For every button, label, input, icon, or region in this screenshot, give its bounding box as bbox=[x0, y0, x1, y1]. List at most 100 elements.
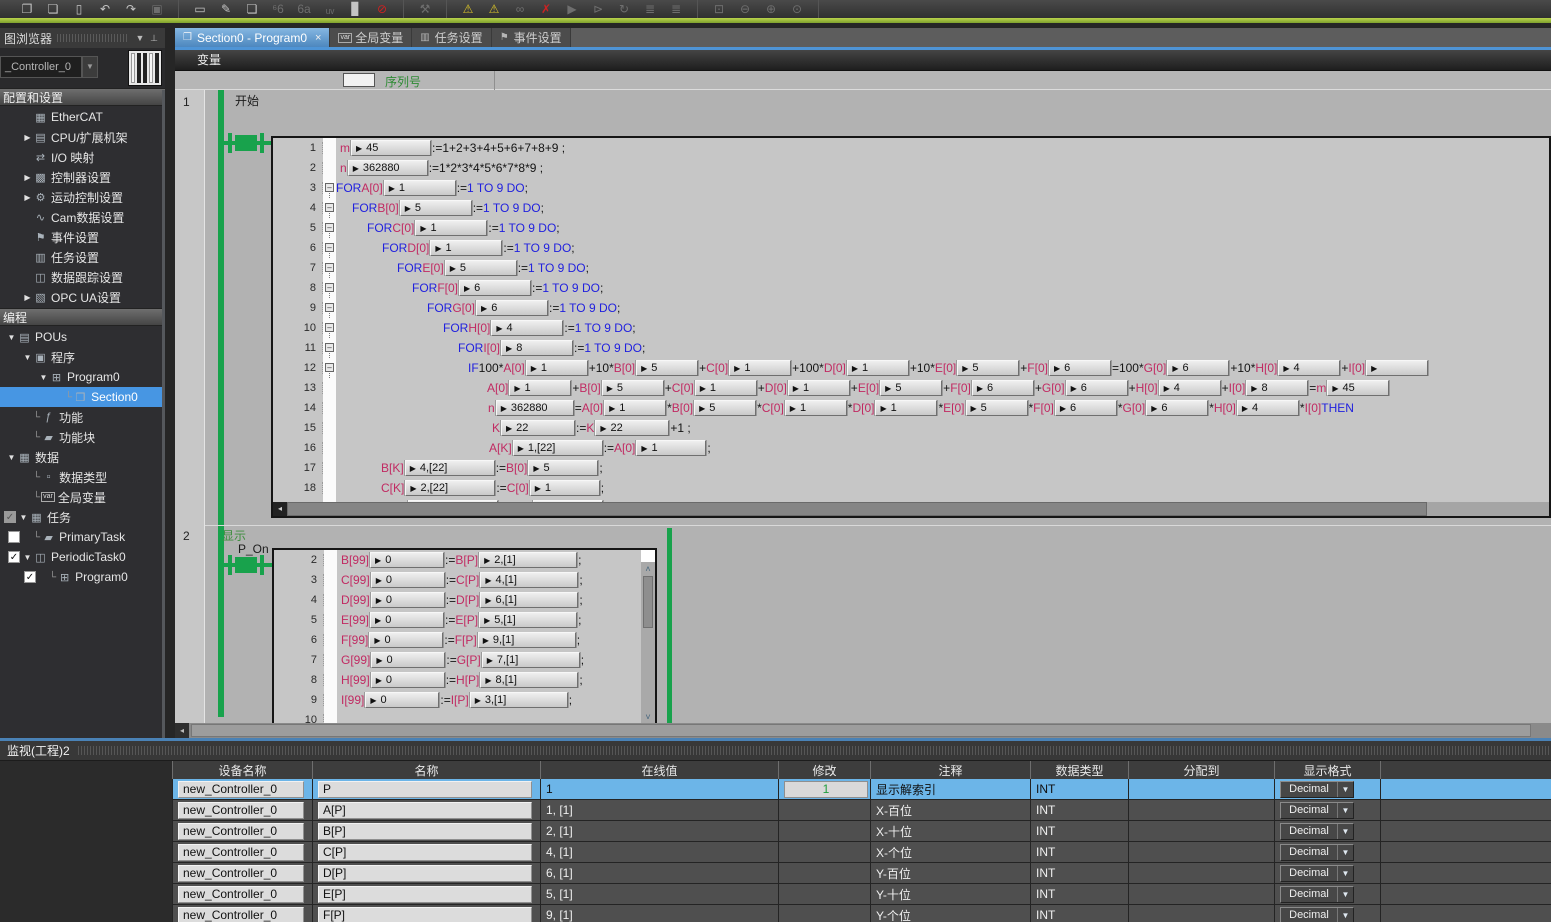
online-value-box[interactable]: ▶6 bbox=[1055, 400, 1117, 416]
variable-name-field[interactable]: E[P] bbox=[318, 886, 532, 903]
online-value-box[interactable]: ▶0 bbox=[365, 692, 439, 708]
variables-bar[interactable]: 变量 bbox=[175, 50, 1551, 71]
online-value-box[interactable]: ▶ bbox=[1366, 360, 1428, 376]
checkbox-tasks[interactable]: ✓ bbox=[4, 511, 16, 523]
tab-task-settings-tab[interactable]: ▥任务设置 bbox=[412, 28, 491, 47]
online-value-box[interactable]: ▶45 bbox=[351, 140, 431, 156]
st-box2-vscrollbar[interactable]: ˄˅ bbox=[641, 550, 655, 723]
online-value-box[interactable]: ▶2,[1] bbox=[479, 552, 577, 568]
sidebar-item-function-blocks[interactable]: └▰功能块 bbox=[0, 427, 165, 447]
online-value-box[interactable]: ▶4,[22] bbox=[405, 460, 495, 476]
step-icon[interactable]: ⊳ bbox=[585, 1, 611, 17]
chevron-expanded-icon[interactable]: ▼ bbox=[38, 373, 49, 382]
online-value-box[interactable]: ▶1 bbox=[430, 240, 502, 256]
online-value-box[interactable]: ▶0 bbox=[371, 592, 445, 608]
chevron-expanded-icon[interactable]: ▼ bbox=[22, 553, 33, 562]
online-value-box[interactable]: ▶0 bbox=[371, 652, 445, 668]
watch-row[interactable]: new_Controller_0E[P]5, [1]Y-十位INTDecimal… bbox=[172, 884, 1551, 905]
dropdown-arrow-icon[interactable]: ▼ bbox=[1337, 887, 1353, 902]
dropdown-arrow-icon[interactable]: ▼ bbox=[1337, 782, 1353, 797]
online-value-box[interactable]: ▶2,[22] bbox=[405, 480, 495, 496]
dropdown-arrow-icon[interactable]: ▼ bbox=[1337, 824, 1353, 839]
sidebar-item-task-settings[interactable]: ▥任务设置 bbox=[0, 247, 165, 267]
sidebar-item-pous[interactable]: ▼▤POUs bbox=[0, 327, 165, 347]
online-value-box[interactable]: ▶0 bbox=[370, 552, 444, 568]
online-value-box[interactable]: ▶0 bbox=[371, 572, 445, 588]
watch-row[interactable]: new_Controller_0F[P]9, [1]Y-个位INTDecimal… bbox=[172, 905, 1551, 922]
online-value-box[interactable]: ▶4,[1] bbox=[480, 572, 578, 588]
watch-row[interactable]: new_Controller_0P11显示解索引INTDecimal▼ bbox=[172, 779, 1551, 800]
online-value-box[interactable]: ▶6 bbox=[459, 280, 531, 296]
dropdown-arrow-icon[interactable]: ▼ bbox=[1337, 845, 1353, 860]
sidebar-item-cpu-rack[interactable]: ▶▤CPU/扩展机架 bbox=[0, 127, 165, 147]
chevron-expanded-icon[interactable]: ▼ bbox=[22, 353, 33, 362]
online-value-box[interactable]: ▶5 bbox=[445, 260, 517, 276]
wrench-icon[interactable]: ⚒ bbox=[412, 1, 438, 17]
dropdown-arrow-icon[interactable]: ▼ bbox=[1337, 908, 1353, 922]
online-value-box[interactable]: ▶0 bbox=[370, 612, 444, 628]
device-name-field[interactable]: new_Controller_0 bbox=[178, 865, 304, 882]
online-value-box[interactable]: ▶5 bbox=[636, 360, 698, 376]
online-value-box[interactable]: ▶22 bbox=[595, 420, 669, 436]
display-format-select[interactable]: Decimal▼ bbox=[1280, 865, 1354, 882]
sidebar-item-tasks[interactable]: ✓▼▦任务 bbox=[0, 507, 165, 527]
online-value-box[interactable]: ▶6 bbox=[1066, 380, 1128, 396]
online-value-box[interactable]: ▶8,[1] bbox=[480, 672, 578, 688]
sidebar-section-header[interactable]: 配置和设置 bbox=[0, 88, 165, 106]
online-value-box[interactable]: ▶5 bbox=[966, 400, 1028, 416]
controller-select-arrow-icon[interactable]: ▼ bbox=[82, 56, 98, 78]
help-icon[interactable]: ▣ bbox=[144, 1, 170, 17]
online-value-box[interactable]: ▶4 bbox=[1278, 360, 1340, 376]
online-value-box[interactable]: ▶1 bbox=[604, 400, 666, 416]
zoom-in-icon[interactable]: ⊕ bbox=[758, 1, 784, 17]
watch-pair-icon[interactable]: ❏ bbox=[239, 1, 265, 17]
redo-icon[interactable]: ↷ bbox=[118, 1, 144, 17]
rebuild-icon[interactable]: ⚠ bbox=[481, 1, 507, 17]
checkbox-primary-task[interactable] bbox=[8, 531, 20, 543]
device-name-field[interactable]: new_Controller_0 bbox=[178, 907, 304, 922]
display-format-select[interactable]: Decimal▼ bbox=[1280, 802, 1354, 819]
online-value-box[interactable]: ▶1,[22] bbox=[513, 440, 603, 456]
fold-collapse-icon[interactable]: – bbox=[325, 303, 334, 312]
watch-row[interactable]: new_Controller_0B[P]2, [1]X-十位INTDecimal… bbox=[172, 821, 1551, 842]
sidebar-item-event-settings[interactable]: ⚑事件设置 bbox=[0, 227, 165, 247]
pause-a-icon[interactable]: ≣ bbox=[637, 1, 663, 17]
zoom-fit-icon[interactable]: ⊡ bbox=[706, 1, 732, 17]
watch-row[interactable]: new_Controller_0D[P]6, [1]Y-百位INTDecimal… bbox=[172, 863, 1551, 884]
sidebar-item-global-vars[interactable]: └var全局变量 bbox=[0, 487, 165, 507]
build-icon[interactable]: ⚠ bbox=[455, 1, 481, 17]
sidebar-item-controller-setup[interactable]: ▶▩控制器设置 bbox=[0, 167, 165, 187]
chevron-collapsed-icon[interactable]: ▶ bbox=[22, 193, 33, 202]
edit-tools-icon[interactable]: ✎ bbox=[213, 1, 239, 17]
watch-col-header[interactable]: 修改 bbox=[778, 761, 870, 779]
sidebar-item-section[interactable]: └❒Section0 bbox=[0, 387, 165, 407]
online-value-box[interactable]: ▶5 bbox=[694, 400, 756, 416]
online-value-box[interactable]: ▶1 bbox=[875, 400, 937, 416]
watch-col-header[interactable]: 名称 bbox=[312, 761, 540, 779]
online-value-box[interactable]: ▶6 bbox=[972, 380, 1034, 396]
zoom-reset-icon[interactable]: ⊙ bbox=[784, 1, 810, 17]
display-signal-icon[interactable]: ᵤᵥ bbox=[317, 1, 343, 17]
sidebar-item-data[interactable]: ▼▦数据 bbox=[0, 447, 165, 467]
watch-col-header[interactable]: 数据类型 bbox=[1030, 761, 1128, 779]
check-icon[interactable]: ∞ bbox=[507, 1, 533, 17]
tab-global-vars-tab[interactable]: var全局变量 bbox=[330, 28, 412, 47]
variable-name-field[interactable]: A[P] bbox=[318, 802, 532, 819]
device-name-field[interactable]: new_Controller_0 bbox=[178, 844, 304, 861]
online-value-box[interactable]: ▶8 bbox=[1246, 380, 1308, 396]
display-format-select[interactable]: Decimal▼ bbox=[1280, 844, 1354, 861]
watch-col-header[interactable]: 分配到 bbox=[1128, 761, 1274, 779]
online-value-box[interactable]: ▶5 bbox=[602, 380, 664, 396]
fold-collapse-icon[interactable]: – bbox=[325, 323, 334, 332]
online-value-box[interactable]: ▶45 bbox=[1327, 380, 1389, 396]
online-value-box[interactable]: ▶5 bbox=[957, 360, 1019, 376]
online-value-box[interactable]: ▶0 bbox=[371, 672, 445, 688]
online-value-box[interactable]: ▶1 bbox=[695, 380, 757, 396]
chevron-collapsed-icon[interactable]: ▶ bbox=[22, 173, 33, 182]
chevron-expanded-icon[interactable]: ▼ bbox=[18, 513, 29, 522]
tab-event-settings-tab[interactable]: ⚑事件设置 bbox=[492, 28, 571, 47]
checkbox-task-program[interactable]: ✓ bbox=[24, 571, 36, 583]
controller-select[interactable]: _Controller_0 bbox=[0, 56, 82, 78]
delete-icon[interactable]: ▯ bbox=[66, 1, 92, 17]
online-value-box[interactable]: ▶1 bbox=[509, 380, 571, 396]
